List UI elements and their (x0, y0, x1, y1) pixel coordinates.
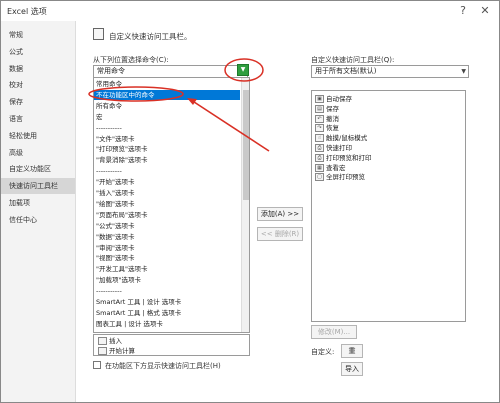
modify-button[interactable]: 修改(M)... (311, 325, 357, 339)
qat-item-label: 恢复 (326, 124, 339, 133)
nav-item[interactable]: 语言 (1, 111, 75, 127)
qat-scope-value: 用于所有文档(默认) (315, 67, 377, 75)
dropdown-option[interactable]: "公式"选项卡 (94, 221, 240, 231)
nav-item[interactable]: 加载项 (1, 195, 75, 211)
command-icon (98, 337, 107, 345)
dropdown-option[interactable]: "视图"选项卡 (94, 253, 240, 263)
qat-item-label: 快速打印 (326, 144, 352, 152)
nav-item[interactable]: 校对 (1, 77, 75, 93)
title-bar: Excel 选项 ? ✕ (1, 1, 499, 21)
qat-commands-list: ▣ 自动保存 ▤ 保存 ↶ 撤消 ↷ 恢复 ☝ 触摸/鼠标模式 ⎙ 快速打印 ⎙ 打印预览和打印 ▦ 查看宏 ▢… (311, 90, 466, 322)
show-below-ribbon-label: 在功能区下方显示快速访问工具栏(H) (105, 362, 221, 370)
choose-commands-label: 从下列位置选择命令(C): (93, 56, 169, 64)
qat-item-icon: ↷ (315, 124, 324, 133)
window-title: Excel 选项 (7, 7, 47, 16)
dropdown-option[interactable]: ----------- (94, 123, 240, 133)
dropdown-option[interactable]: "数据"选项卡 (94, 232, 240, 242)
options-nav: 常规 公式 数据 校对 保存 语言 轻松使用 高级 自定义功能区 快速访问工具栏 加载项 信任中心 (1, 21, 76, 402)
customize-qat-label: 自定义快速访问工具栏(Q): (311, 56, 395, 64)
nav-item[interactable]: 轻松使用 (1, 128, 75, 144)
nav-item[interactable]: 自定义功能区 (1, 161, 75, 177)
show-below-ribbon-checkbox[interactable] (93, 361, 101, 369)
dropdown-option[interactable]: 所有命令 (94, 101, 240, 111)
dropdown-option[interactable]: "打印预览"选项卡 (94, 144, 240, 154)
nav-item[interactable]: 保存 (1, 94, 75, 110)
qat-item[interactable]: ▦ 查看宏 (312, 163, 346, 173)
qat-item-label: 撤消 (326, 114, 339, 123)
excel-options-window: Excel 选项 ? ✕ 常规 公式 数据 校对 保存 语言 轻松使用 高级 自定义功能区 快速访… (0, 0, 500, 403)
qat-item-icon: ▣ (315, 95, 324, 103)
import-export-button[interactable]: 导入 (341, 362, 363, 376)
choose-commands-value: 常用命令 (97, 67, 125, 75)
command-label: 插入 (109, 337, 122, 345)
dropdown-option[interactable]: 常用命令 (94, 79, 240, 89)
qat-item-label: 触摸/鼠标模式 (326, 134, 368, 143)
qat-item-icon: ↶ (315, 114, 324, 123)
commands-list-tail: 插入 开始计算 (93, 334, 250, 356)
close-button[interactable]: ✕ (475, 3, 495, 19)
qat-item[interactable]: ☝ 触摸/鼠标模式 (312, 133, 367, 143)
nav-item[interactable]: 高级 (1, 145, 75, 161)
reset-button[interactable]: 重 (341, 344, 363, 358)
chevron-down-icon: ▼ (461, 68, 466, 75)
dropdown-arrow-button[interactable]: ▼ (237, 64, 249, 76)
qat-item-icon: ☝ (315, 134, 324, 143)
qat-item[interactable]: ▣ 自动保存 (312, 94, 352, 104)
dropdown-option[interactable]: "开始"选项卡 (94, 177, 240, 187)
qat-header-text: 自定义快速访问工具栏。 (109, 32, 192, 41)
dropdown-option[interactable]: ----------- (94, 286, 240, 296)
nav-item[interactable]: 快速访问工具栏 (1, 178, 75, 195)
dropdown-option[interactable]: SmartArt 工具 | 设计 选项卡 (94, 297, 240, 307)
dropdown-option[interactable]: "加载项"选项卡 (94, 275, 240, 285)
command-label: 开始计算 (109, 347, 135, 355)
qat-item-label: 全屏打印预览 (326, 173, 365, 182)
command-item[interactable]: 开始计算 (94, 346, 135, 355)
dropdown-scrollbar[interactable] (241, 78, 249, 332)
qat-item-label: 查看宏 (326, 163, 346, 172)
customize-label: 自定义: (311, 348, 335, 356)
qat-item-label: 打印预览和打印 (326, 153, 372, 162)
qat-item[interactable]: ⎙ 打印预览和打印 (312, 153, 372, 163)
command-dropdown-list: 常用命令 不在功能区中的命令 所有命令宏 ----------- "文件"选项卡 "打印预… (93, 77, 250, 333)
dropdown-option[interactable]: 图表工具 | 设计 选项卡 (94, 319, 240, 329)
nav-item[interactable]: 信任中心 (1, 212, 75, 228)
nav-item[interactable]: 数据 (1, 61, 75, 77)
nav-item[interactable]: 公式 (1, 44, 75, 60)
dropdown-option[interactable]: "页面布局"选项卡 (94, 210, 240, 220)
qat-item-icon: ▤ (315, 104, 324, 113)
qat-item-label: 自动保存 (326, 95, 352, 103)
qat-item[interactable]: ⎙ 快速打印 (312, 143, 352, 153)
scroll-thumb[interactable] (243, 90, 249, 200)
dropdown-option[interactable]: "插入"选项卡 (94, 188, 240, 198)
dropdown-option[interactable]: 不在功能区中的命令 (94, 89, 240, 100)
qat-item-icon: ⎙ (315, 153, 324, 162)
qat-item[interactable]: ↷ 恢复 (312, 123, 339, 133)
qat-header-icon (93, 28, 104, 40)
dropdown-option[interactable]: SmartArt 工具 | 格式 选项卡 (94, 308, 240, 318)
qat-item-icon: ▦ (315, 163, 324, 172)
qat-item[interactable]: ↶ 撤消 (312, 114, 339, 124)
qat-scope-select[interactable]: 用于所有文档(默认) ▼ (311, 65, 469, 78)
qat-item-icon: ▢ (315, 173, 324, 182)
help-button[interactable]: ? (453, 3, 473, 19)
nav-item[interactable]: 常规 (1, 27, 75, 43)
remove-button[interactable]: << 删除(R) (257, 227, 303, 241)
qat-item[interactable]: ▢ 全屏打印预览 (312, 172, 365, 182)
dropdown-option[interactable]: "文件"选项卡 (94, 134, 240, 144)
command-item[interactable]: 插入 (94, 336, 122, 346)
command-icon (98, 347, 107, 355)
dropdown-option[interactable]: "绘图"选项卡 (94, 199, 240, 209)
dropdown-option[interactable]: "审阅"选项卡 (94, 243, 240, 253)
dropdown-option[interactable]: "开发工具"选项卡 (94, 264, 240, 274)
qat-item-icon: ⎙ (315, 144, 324, 152)
dropdown-option[interactable]: "背景消除"选项卡 (94, 155, 240, 165)
qat-item-label: 保存 (326, 104, 339, 113)
qat-item[interactable]: ▤ 保存 (312, 104, 339, 114)
dropdown-option[interactable]: ----------- (94, 166, 240, 176)
add-button[interactable]: 添加(A) >> (257, 207, 303, 221)
dropdown-option[interactable]: 宏 (94, 112, 240, 122)
